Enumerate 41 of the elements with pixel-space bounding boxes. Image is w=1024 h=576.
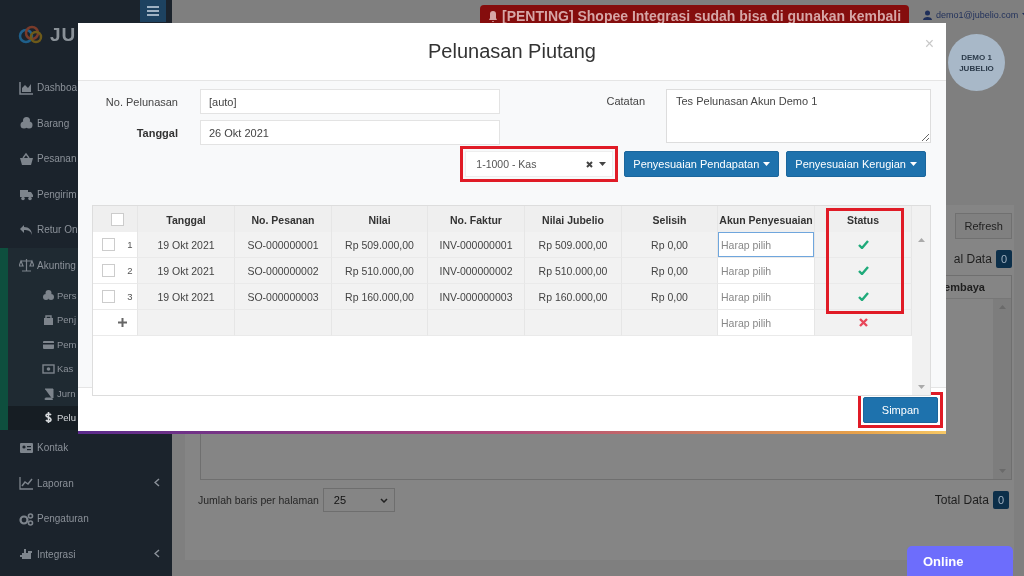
row-number: 1	[127, 239, 133, 250]
table-cell: SO-000000001	[235, 232, 332, 258]
dialog-title: Pelunasan Piutang	[428, 40, 596, 63]
table-cell: INV-000000001	[428, 232, 525, 258]
table-cell: Rp 510.000,00	[332, 258, 428, 284]
field-label: No. Pelunasan	[104, 95, 178, 108]
table-cell: Rp 160.000,00	[332, 284, 428, 310]
column-header: Tanggal	[166, 213, 206, 226]
banner-text: [PENTING] Shopee Integrasi sudah bisa di gunakan kembali	[502, 8, 902, 24]
table-cell: INV-000000003	[428, 284, 525, 310]
table-cell: INV-000000002	[428, 258, 525, 284]
column-header: Selisih	[652, 213, 687, 226]
table-cell: Rp 510.000,00	[525, 258, 622, 284]
field-label: Tanggal	[135, 126, 178, 139]
table-cell: Rp 509.000,00	[525, 232, 622, 258]
count-badge: 0	[995, 250, 1012, 268]
column-header: Status	[846, 213, 880, 226]
table-cell: SO-000000003	[235, 284, 332, 310]
table-cell: Rp 509.000,00	[332, 232, 428, 258]
table-cell: 19 Okt 2021	[138, 284, 235, 310]
row-number: 2	[127, 265, 133, 276]
total-data-label: al Data	[953, 252, 992, 266]
column-header: Nilai	[368, 213, 391, 226]
table-cell: 19 Okt 2021	[138, 232, 235, 258]
column-header: embaya	[944, 281, 985, 293]
count-badge: 0	[992, 491, 1009, 509]
column-header: No. Faktur	[450, 213, 502, 226]
table-cell: SO-000000002	[235, 258, 332, 284]
logo-text: JU	[50, 24, 77, 46]
table-cell: Rp 0,00	[622, 284, 718, 310]
table-cell: 19 Okt 2021	[138, 258, 235, 284]
row-number: 3	[127, 291, 133, 302]
table-cell: Rp 160.000,00	[525, 284, 622, 310]
column-header: Nilai Jubelio	[542, 213, 604, 226]
total-data-label: Total Data	[934, 493, 989, 507]
rows-per-page-label: Jumlah baris per halaman	[198, 494, 319, 506]
column-header: Akun Penyesuaian	[719, 213, 813, 226]
field-label: Catatan	[605, 94, 645, 109]
table-cell: Rp 0,00	[622, 258, 718, 284]
table-cell: Rp 0,00	[622, 232, 718, 258]
column-header: No. Pesanan	[251, 213, 315, 226]
